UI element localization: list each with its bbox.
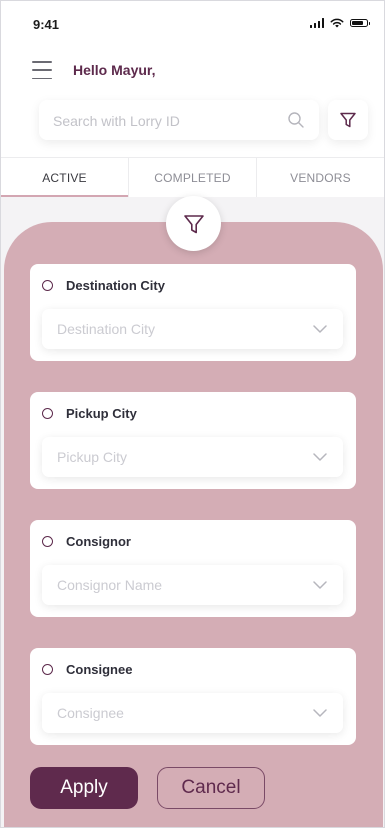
select-placeholder: Destination City bbox=[57, 321, 156, 337]
destination-city-select[interactable]: Destination City bbox=[42, 309, 343, 349]
filter-card-header: Pickup City bbox=[42, 406, 137, 421]
status-icons bbox=[309, 18, 370, 28]
battery-icon bbox=[350, 19, 370, 27]
consignor-radio[interactable] bbox=[42, 536, 53, 547]
filter-card-destination-city: Destination City Destination City bbox=[30, 264, 356, 361]
filter-card-title: Destination City bbox=[66, 278, 165, 293]
filter-icon bbox=[183, 214, 204, 233]
cancel-button[interactable]: Cancel bbox=[157, 767, 265, 809]
wifi-icon bbox=[330, 18, 344, 28]
consignor-select[interactable]: Consignor Name bbox=[42, 565, 343, 605]
chevron-down-icon bbox=[313, 581, 327, 589]
tab-bar: ACTIVE COMPLETED VENDORS bbox=[1, 157, 384, 198]
chevron-down-icon bbox=[313, 325, 327, 333]
tab-active[interactable]: ACTIVE bbox=[1, 158, 129, 198]
filter-card-header: Consignee bbox=[42, 662, 132, 677]
chevron-down-icon bbox=[313, 709, 327, 717]
sheet-filter-button[interactable] bbox=[166, 196, 221, 251]
filter-card-title: Consignor bbox=[66, 534, 131, 549]
filter-card-header: Consignor bbox=[42, 534, 131, 549]
select-placeholder: Consignee bbox=[57, 705, 124, 721]
pickup-city-radio[interactable] bbox=[42, 408, 53, 419]
menu-icon[interactable] bbox=[32, 61, 52, 79]
filter-card-consignor: Consignor Consignor Name bbox=[30, 520, 356, 617]
greeting-title: Hello Mayur, bbox=[73, 62, 156, 78]
select-placeholder: Consignor Name bbox=[57, 577, 163, 593]
filter-card-pickup-city: Pickup City Pickup City bbox=[30, 392, 356, 489]
filter-button[interactable] bbox=[328, 100, 368, 140]
tab-vendors[interactable]: VENDORS bbox=[257, 158, 384, 198]
signal-icon bbox=[309, 18, 324, 28]
consignee-select[interactable]: Consignee bbox=[42, 693, 343, 733]
select-placeholder: Pickup City bbox=[57, 449, 128, 465]
app-screen: 9:41 Hello Mayur, ACTIVE COMPLETED VENDO… bbox=[0, 0, 385, 828]
filter-icon bbox=[340, 112, 356, 128]
destination-city-radio[interactable] bbox=[42, 280, 53, 291]
filter-card-title: Pickup City bbox=[66, 406, 137, 421]
filter-card-title: Consignee bbox=[66, 662, 133, 677]
search-icon[interactable] bbox=[287, 111, 305, 129]
consignee-radio[interactable] bbox=[42, 664, 53, 675]
pickup-city-select[interactable]: Pickup City bbox=[42, 437, 343, 477]
status-time: 9:41 bbox=[33, 17, 60, 32]
search-box bbox=[39, 100, 319, 142]
search-input[interactable] bbox=[39, 100, 295, 142]
tab-completed[interactable]: COMPLETED bbox=[129, 158, 257, 198]
filter-card-consignee: Consignee Consignee bbox=[30, 648, 356, 745]
apply-button[interactable]: Apply bbox=[30, 767, 138, 809]
filter-card-header: Destination City bbox=[42, 278, 165, 293]
chevron-down-icon bbox=[313, 453, 327, 461]
